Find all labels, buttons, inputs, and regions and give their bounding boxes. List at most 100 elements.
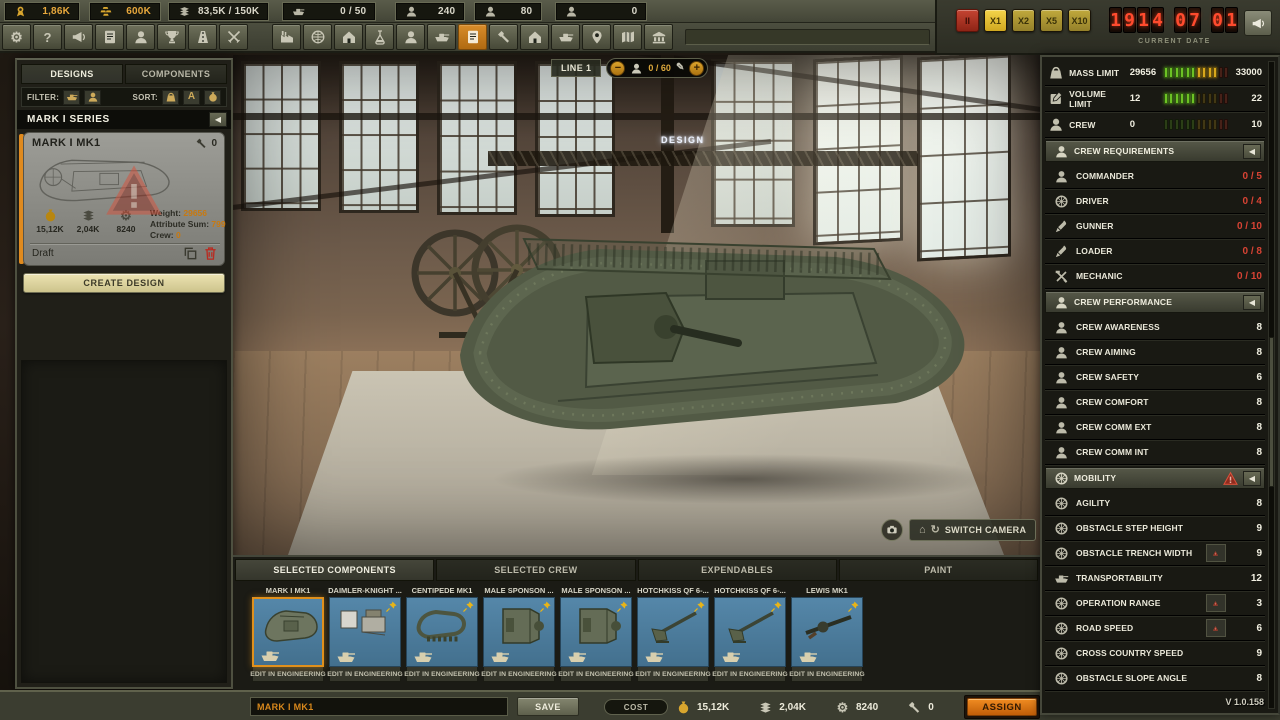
section-header-mobility[interactable]: MOBILITY◀ [1045, 467, 1265, 489]
design-viewport[interactable]: DESIGN LINE 1 [233, 55, 1040, 555]
edit-in-engineering-button[interactable]: EDIT IN ENGINEERING [791, 667, 863, 682]
toolbar-army-button[interactable] [551, 24, 580, 50]
pin-icon[interactable] [693, 600, 706, 613]
duplicate-design-icon[interactable] [183, 246, 198, 261]
pin-icon[interactable] [616, 600, 629, 613]
camera-reset-button[interactable] [881, 519, 903, 541]
component-card-male-sponson[interactable]: MALE SPONSON ...EDIT IN ENGINEERING [558, 584, 634, 682]
component-preview[interactable] [252, 597, 324, 667]
toolbar-crew-button[interactable] [396, 24, 425, 50]
component-card-centipede-mk1[interactable]: CENTIPEDE MK1EDIT IN ENGINEERING [404, 584, 480, 682]
prestige-icon [14, 5, 27, 18]
component-card-hotchkiss-qf-6[interactable]: HOTCHKISS QF 6-...EDIT IN ENGINEERING [635, 584, 711, 682]
toolbar-help-button[interactable]: ? [33, 24, 62, 50]
toolbar-news-button[interactable] [64, 24, 93, 50]
toolbar-depot-button[interactable] [520, 24, 549, 50]
toolbar-staff-button[interactable] [126, 24, 155, 50]
toolbar-research-button[interactable] [365, 24, 394, 50]
tab-components[interactable]: COMPONENTS [125, 64, 227, 84]
toolbar-world-button[interactable] [303, 24, 332, 50]
toolbar-achievements-button[interactable] [157, 24, 186, 50]
edit-in-engineering-button[interactable]: EDIT IN ENGINEERING [252, 667, 324, 682]
filter-option-0[interactable] [63, 90, 80, 105]
component-preview[interactable] [714, 597, 786, 667]
save-button[interactable]: SAVE [517, 697, 579, 716]
pin-icon[interactable] [770, 600, 783, 613]
collapse-button[interactable]: ◀ [1243, 295, 1261, 310]
stats-scrollbar[interactable] [1268, 61, 1275, 709]
switch-camera-button[interactable]: ⌂ ↻ SWITCH CAMERA [909, 519, 1036, 541]
pin-icon[interactable] [847, 600, 860, 613]
collapse-series-button[interactable]: ◀ [209, 112, 227, 127]
war-icon [226, 29, 242, 45]
collapse-button[interactable]: ◀ [1243, 471, 1261, 486]
component-card-hotchkiss-qf-6[interactable]: HOTCHKISS QF 6-...EDIT IN ENGINEERING [712, 584, 788, 682]
announcements-button[interactable] [1244, 10, 1272, 36]
engineers-icon [484, 5, 497, 18]
tab-selected-components[interactable]: SELECTED COMPONENTS [235, 559, 434, 581]
component-preview[interactable] [560, 597, 632, 667]
design-card[interactable]: MARK I MK1 0 [23, 132, 225, 266]
toolbar-design-office-button[interactable] [458, 24, 487, 50]
filter-option-1[interactable] [84, 90, 101, 105]
toolbar-milestones-button[interactable] [188, 24, 217, 50]
speed-x5-button[interactable]: X5 [1040, 9, 1063, 32]
toolbar-engineering-button[interactable] [489, 24, 518, 50]
speed-x2-button[interactable]: X2 [1012, 9, 1035, 32]
design-name-input[interactable] [250, 697, 508, 716]
toolbar-war-button[interactable] [219, 24, 248, 50]
sort-option-1[interactable]: A [183, 90, 200, 105]
assign-button[interactable]: ASSIGN [967, 698, 1037, 716]
delete-design-icon[interactable] [203, 246, 218, 261]
toolbar-tank-designs-button[interactable] [427, 24, 456, 50]
component-preview[interactable] [406, 597, 478, 667]
component-card-lewis-mk1[interactable]: LEWIS MK1EDIT IN ENGINEERING [789, 584, 865, 682]
pin-icon[interactable] [539, 600, 552, 613]
toolbar-reports-button[interactable] [95, 24, 124, 50]
tank-thumb-icon [719, 650, 743, 663]
toolbar-settings-button[interactable]: ⚙ [2, 24, 31, 50]
component-card-daimler-knight[interactable]: DAIMLER-KNIGHT ...EDIT IN ENGINEERING [327, 584, 403, 682]
component-name: MARK I MK1 [251, 584, 325, 597]
toolbar-map-button[interactable] [613, 24, 642, 50]
collapse-button[interactable]: ◀ [1243, 144, 1261, 159]
design-stat-attribute-sum: Attribute Sum: 799 [150, 219, 226, 230]
edit-in-engineering-button[interactable]: EDIT IN ENGINEERING [560, 667, 632, 682]
toolbar-government-button[interactable] [644, 24, 673, 50]
tank-model[interactable] [438, 205, 998, 475]
toolbar-factory-button[interactable] [272, 24, 301, 50]
edit-in-engineering-button[interactable]: EDIT IN ENGINEERING [329, 667, 401, 682]
component-preview[interactable] [329, 597, 401, 667]
edit-in-engineering-button[interactable]: EDIT IN ENGINEERING [714, 667, 786, 682]
toolbar-headquarters-button[interactable] [334, 24, 363, 50]
speed-x10-button[interactable]: X10 [1068, 9, 1091, 32]
pause-button[interactable]: II [956, 9, 979, 32]
sort-option-2[interactable] [204, 90, 221, 105]
component-preview[interactable] [791, 597, 863, 667]
speed-x1-button[interactable]: X1 [984, 9, 1007, 32]
component-card-male-sponson[interactable]: MALE SPONSON ...EDIT IN ENGINEERING [481, 584, 557, 682]
component-preview[interactable] [637, 597, 709, 667]
design-title: MARK I MK1 [32, 137, 218, 149]
section-header-crew-requirements[interactable]: CREW REQUIREMENTS◀ [1045, 140, 1265, 162]
section-header-crew-performance[interactable]: CREW PERFORMANCE◀ [1045, 291, 1265, 313]
edit-in-engineering-button[interactable]: EDIT IN ENGINEERING [406, 667, 478, 682]
pin-icon[interactable] [385, 600, 398, 613]
tab-designs[interactable]: DESIGNS [21, 64, 123, 84]
tab-selected-crew[interactable]: SELECTED CREW [436, 559, 635, 581]
minus-button[interactable]: − [610, 61, 625, 76]
edit-in-engineering-button[interactable]: EDIT IN ENGINEERING [637, 667, 709, 682]
designs-panel: DESIGNSCOMPONENTS FILTER:SORT:A MARK I S… [15, 58, 233, 689]
edit-pencil-icon[interactable]: ✎ [676, 63, 684, 73]
sort-option-0[interactable] [162, 90, 179, 105]
scrollbar-thumb[interactable] [1269, 337, 1274, 487]
tab-expendables[interactable]: EXPENDABLES [638, 559, 837, 581]
tab-paint[interactable]: PAINT [839, 559, 1038, 581]
component-card-mark-i-mk1[interactable]: MARK I MK1 EDIT IN ENGINEERING [250, 584, 326, 682]
pin-icon[interactable] [462, 600, 475, 613]
edit-in-engineering-button[interactable]: EDIT IN ENGINEERING [483, 667, 555, 682]
plus-button[interactable]: + [689, 61, 704, 76]
toolbar-locations-button[interactable] [582, 24, 611, 50]
create-design-button[interactable]: CREATE DESIGN [23, 273, 225, 293]
component-preview[interactable] [483, 597, 555, 667]
